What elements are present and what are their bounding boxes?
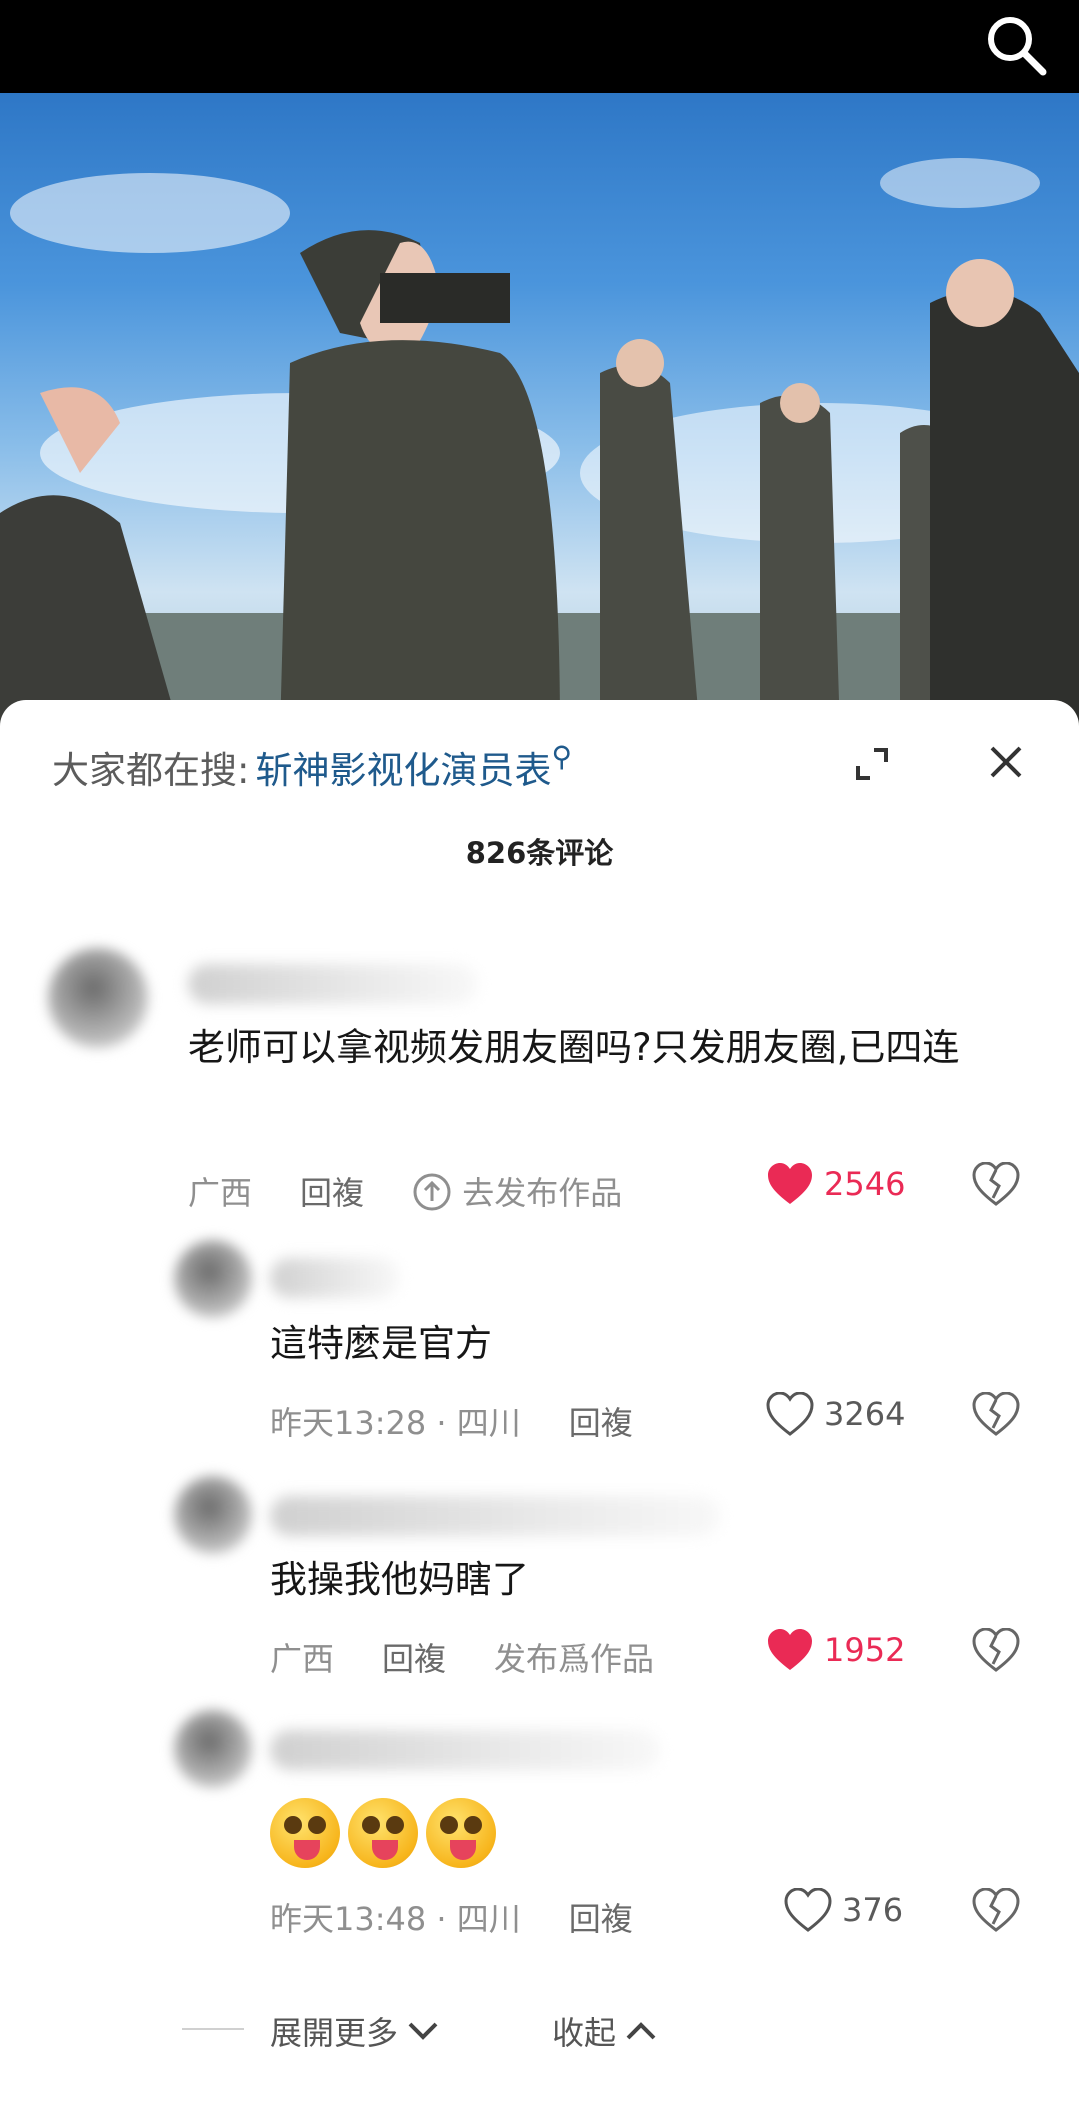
- hot-search-link[interactable]: 斩神影视化演员表⚲: [255, 740, 572, 792]
- like-count: 3264: [824, 1395, 906, 1433]
- reply-button[interactable]: 回複: [300, 1174, 364, 1212]
- chevron-down-icon: [408, 2022, 438, 2040]
- drooling-emoji-icon: [426, 1798, 496, 1868]
- heart-icon: [784, 1888, 832, 1932]
- username-blurred[interactable]: [270, 1496, 720, 1536]
- username-blurred[interactable]: [188, 964, 478, 1004]
- search-icon[interactable]: [981, 10, 1051, 80]
- comment-meta: 昨天13:28 · 四川 回複: [270, 1398, 633, 1444]
- heart-icon: [768, 1629, 812, 1670]
- drooling-emoji-icon: [348, 1798, 418, 1868]
- collapse-label: 收起: [552, 2014, 617, 2052]
- avatar[interactable]: [174, 1710, 252, 1788]
- drooling-emoji-icon: [270, 1798, 340, 1868]
- like-button[interactable]: 2546: [766, 1162, 905, 1206]
- top-bar: [0, 0, 1079, 93]
- broken-heart-icon[interactable]: [972, 1391, 1020, 1436]
- comment-meta: 昨天13:48 · 四川 回複: [270, 1894, 633, 1940]
- reply-button[interactable]: 回複: [382, 1640, 446, 1678]
- comment-item: 昨天13:48 · 四川 回複 376: [0, 1710, 1079, 1970]
- heart-icon: [766, 1392, 814, 1436]
- broken-heart-icon[interactable]: [972, 1887, 1020, 1932]
- comment-location: 广西: [188, 1174, 253, 1212]
- search-small-icon: ⚲: [551, 740, 572, 773]
- comment-meta: 广西 回複 去发布作品: [188, 1168, 622, 1214]
- chevron-up-icon: [626, 2022, 656, 2040]
- hot-search-term[interactable]: 斩神影视化演员表: [255, 749, 551, 792]
- comment-time-location: 昨天13:48 · 四川: [270, 1900, 521, 1938]
- comment-text: 這特麼是官方: [270, 1322, 492, 1365]
- collapse-button[interactable]: 收起: [552, 2008, 658, 2054]
- comment-text: 老师可以拿视频发朋友圈吗?只发朋友圈,已四连: [188, 1026, 960, 1069]
- avatar[interactable]: [174, 1476, 252, 1554]
- comment-text: 我操我他妈瞎了: [270, 1558, 529, 1601]
- video-frame[interactable]: [0, 93, 1079, 733]
- username-blurred[interactable]: [270, 1730, 660, 1770]
- emoji-row: [270, 1798, 504, 1872]
- like-count: 376: [842, 1891, 904, 1929]
- like-button[interactable]: 376: [784, 1888, 903, 1932]
- video-scene-image: [0, 158, 1079, 733]
- avatar[interactable]: [174, 1240, 252, 1318]
- expand-more-label: 展開更多: [270, 2014, 399, 2052]
- like-count: 1952: [824, 1631, 906, 1669]
- reply-button[interactable]: 回複: [569, 1404, 633, 1442]
- comment-item: 我操我他妈瞎了 广西 回複 发布爲作品 1952: [0, 1470, 1079, 1690]
- divider: [182, 2028, 244, 2030]
- broken-heart-icon[interactable]: [972, 1627, 1020, 1672]
- expand-more-button[interactable]: 展開更多: [270, 2008, 440, 2054]
- post-as-work-button[interactable]: 去发布作品: [462, 1174, 622, 1212]
- close-icon[interactable]: [988, 744, 1024, 780]
- like-count: 2546: [824, 1165, 906, 1203]
- post-as-work-button[interactable]: 发布爲作品: [494, 1640, 654, 1678]
- comment-item: 這特麼是官方 昨天13:28 · 四川 回複 3264: [0, 1230, 1079, 1450]
- upload-icon: [412, 1173, 452, 1212]
- broken-heart-icon[interactable]: [972, 1161, 1020, 1206]
- comment-time-location: 昨天13:28 · 四川: [270, 1404, 521, 1442]
- expand-icon[interactable]: [852, 744, 892, 784]
- comment-meta: 广西 回複 发布爲作品: [270, 1634, 654, 1680]
- comment-location: 广西: [270, 1640, 335, 1678]
- reply-button[interactable]: 回複: [569, 1900, 633, 1938]
- username-blurred[interactable]: [270, 1258, 400, 1298]
- replies-footer: 展開更多 收起: [0, 2000, 1079, 2060]
- hot-search-prefix: 大家都在搜:: [52, 749, 250, 792]
- hot-search-bar: 大家都在搜: 斩神影视化演员表⚲: [52, 740, 572, 794]
- heart-icon: [768, 1163, 812, 1204]
- avatar[interactable]: [48, 948, 148, 1048]
- like-button[interactable]: 1952: [766, 1628, 905, 1672]
- comment-count: 826条评论: [465, 836, 614, 870]
- comments-sheet: 大家都在搜: 斩神影视化演员表⚲ 826条评论 老师可以拿视频发朋友圈吗?只发朋友…: [0, 700, 1079, 2102]
- like-button[interactable]: 3264: [766, 1392, 905, 1436]
